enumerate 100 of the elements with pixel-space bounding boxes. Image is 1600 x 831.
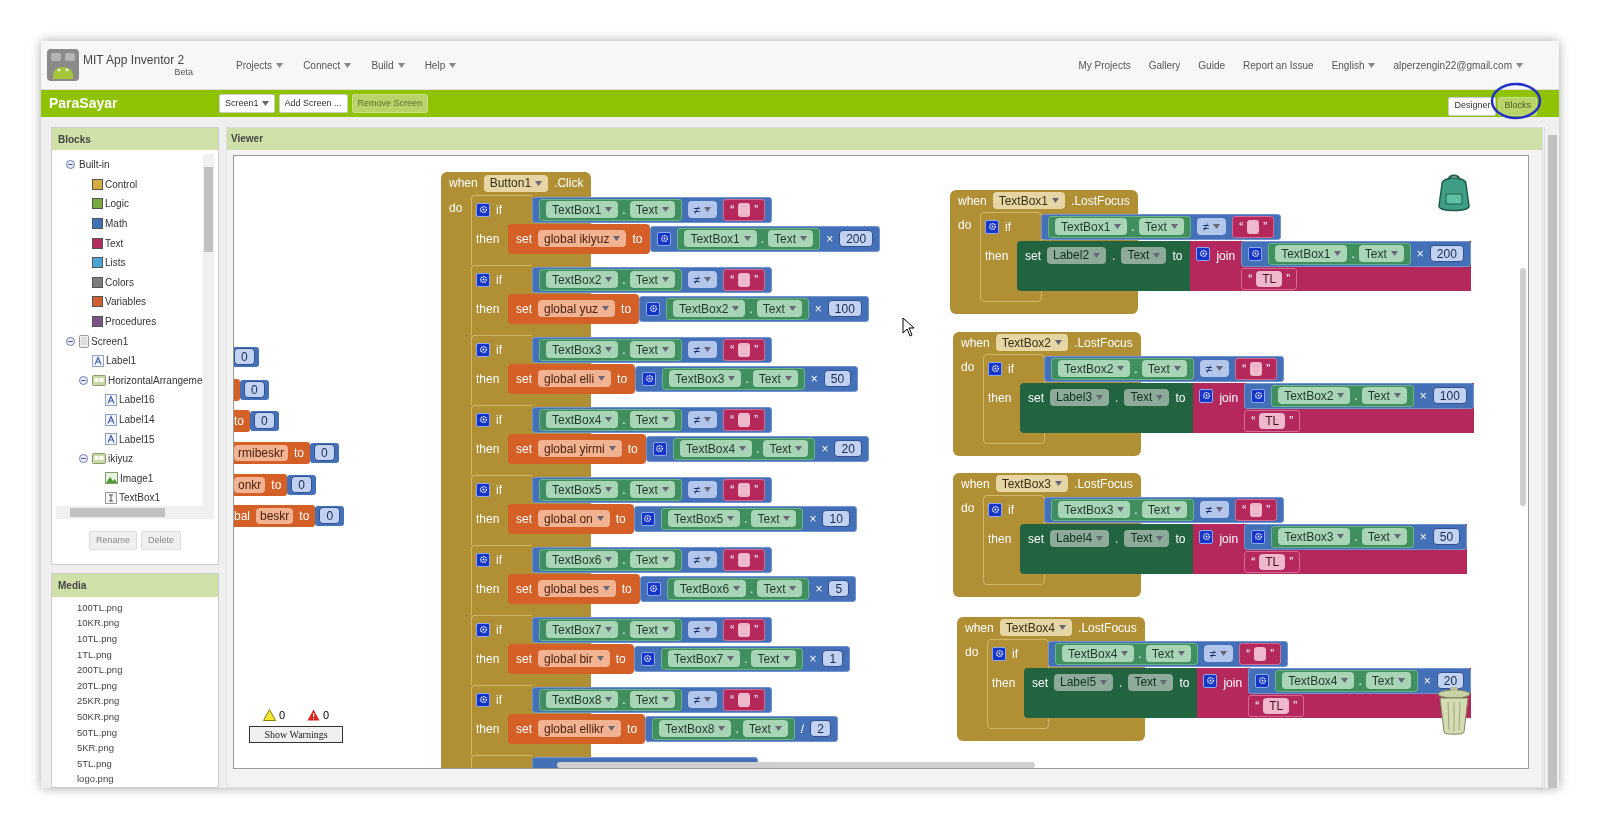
dropdown-field[interactable]: Text [1128,673,1174,691]
tree-item[interactable]: Lists [105,255,126,271]
tree-item[interactable]: Math [105,216,128,232]
tree-item[interactable]: Label14 [119,412,155,427]
dropdown-field[interactable]: Text [1124,529,1170,547]
media-file[interactable]: 100TL.png [77,599,218,616]
media-file[interactable]: 50KR.png [77,709,218,725]
gear-icon[interactable] [1203,673,1218,688]
dropdown-field[interactable]: Text [1145,645,1191,663]
dropdown-field[interactable]: TextBox6 [673,580,747,598]
media-file[interactable]: 20TL.png [77,677,218,694]
dropdown-field[interactable]: ≠ [687,271,718,289]
dropdown-field[interactable]: global bes [538,580,616,598]
dropdown-field[interactable]: ≠ [1196,218,1227,236]
trash-icon[interactable] [1436,685,1472,736]
number-field[interactable]: 0 [244,381,265,399]
gear-icon[interactable] [1248,246,1263,261]
gear-icon[interactable] [476,342,490,357]
dropdown-field[interactable]: global yuz [538,300,616,318]
gear-icon[interactable] [988,502,1002,517]
dropdown-field[interactable]: ≠ [687,551,718,569]
menu-item[interactable]: Build [371,57,405,73]
gear-icon[interactable] [992,646,1006,661]
dropdown-field[interactable]: TextBox1 [684,230,757,248]
tree-item[interactable]: Text [105,235,124,251]
media-file[interactable]: 10KR.png [77,615,218,632]
number-field[interactable]: 5 [828,580,850,598]
collapse-icon[interactable] [79,375,88,385]
dropdown-field[interactable]: TextBox3 [1058,501,1131,519]
text-value-field[interactable] [738,342,751,357]
view-toggle-button[interactable]: Designer [1448,96,1497,116]
gear-icon[interactable] [1255,673,1270,688]
gear-icon[interactable] [652,441,667,456]
number-field[interactable]: 100 [1432,387,1467,405]
collapse-icon[interactable] [66,160,75,170]
dropdown-field[interactable]: global ellikr [538,720,622,738]
variable-field[interactable]: beskr [256,507,294,524]
dropdown-field[interactable]: Text [1138,218,1184,236]
number-field[interactable]: 200 [1429,245,1464,263]
text-value-field[interactable]: TL [1259,553,1286,570]
media-file[interactable]: 5TL.png [77,755,218,772]
number-field[interactable]: 2 [810,720,831,738]
dropdown-field[interactable]: Text [763,440,809,458]
dropdown-field[interactable]: Text [629,341,675,359]
dropdown-field[interactable]: TextBox8 [659,720,732,738]
dropdown-field[interactable]: ≠ [687,621,718,639]
dropdown-field[interactable]: TextBox4 [679,440,753,458]
dropdown-field[interactable]: Text [742,720,788,738]
dropdown-field[interactable]: Label4 [1050,529,1110,547]
dropdown-field[interactable]: Text [757,580,803,598]
dropdown-field[interactable]: Text [768,230,814,248]
gear-icon[interactable] [642,371,657,386]
dropdown-field[interactable]: Text [751,650,797,668]
dropdown-field[interactable]: Text [751,510,797,528]
dropdown-field[interactable]: Label5 [1054,673,1114,691]
gear-icon[interactable] [640,651,655,666]
gear-icon[interactable] [1251,529,1266,544]
media-file[interactable]: 10TL.png [77,631,218,647]
dropdown-field[interactable]: Text [629,481,675,499]
tree-item[interactable]: Control [105,176,138,192]
gear-icon[interactable] [476,552,490,567]
dropdown-field[interactable]: ≠ [1203,645,1234,663]
number-field[interactable]: 200 [839,230,874,248]
dropdown-field[interactable]: TextBox1 [546,201,619,219]
dropdown-field[interactable]: TextBox3 [1278,528,1351,546]
number-field[interactable]: 0 [314,444,335,462]
dropdown-field[interactable]: ≠ [687,411,718,429]
dropdown-field[interactable]: Text [1141,501,1187,519]
number-field[interactable]: 0 [291,476,313,494]
text-value-field[interactable]: TL [1263,697,1290,714]
number-field[interactable]: 20 [1436,672,1465,690]
dropdown-field[interactable]: Text [629,411,675,429]
text-value-field[interactable] [1254,646,1267,661]
menu-item[interactable]: Projects [236,57,284,73]
tree-item[interactable]: Screen1 [91,333,129,349]
dropdown-field[interactable]: Button1 [483,174,549,192]
dropdown-field[interactable]: ≠ [1199,501,1230,519]
tree-item[interactable]: Logic [105,196,129,212]
gear-icon[interactable] [646,301,661,316]
dropdown-field[interactable]: TextBox2 [546,271,619,289]
gear-icon[interactable] [1199,388,1214,403]
dropdown-field[interactable]: TextBox8 [546,691,619,709]
tree-item[interactable]: Variables [105,294,146,310]
toolbar-button[interactable]: Screen1 [219,94,275,113]
dropdown-field[interactable]: TextBox1 [1275,245,1348,263]
gear-icon[interactable] [476,482,490,497]
dropdown-field[interactable]: TextBox1 [1055,218,1128,236]
text-value-field[interactable] [738,552,751,567]
dropdown-field[interactable]: TextBox4 [1062,645,1135,663]
show-warnings-button[interactable]: Show Warnings [249,726,343,744]
tree-item[interactable]: Label16 [119,392,155,408]
dropdown-field[interactable]: TextBox4 [999,619,1073,637]
text-value-field[interactable] [738,622,751,637]
number-field[interactable]: 0 [319,507,341,525]
dropdown-field[interactable]: TextBox2 [995,334,1069,352]
text-value-field[interactable] [1250,361,1263,376]
collapse-icon[interactable] [79,454,88,464]
dropdown-field[interactable]: global elli [538,370,612,388]
tree-item[interactable]: Built-in [79,157,110,173]
number-field[interactable]: 50 [1432,528,1461,546]
